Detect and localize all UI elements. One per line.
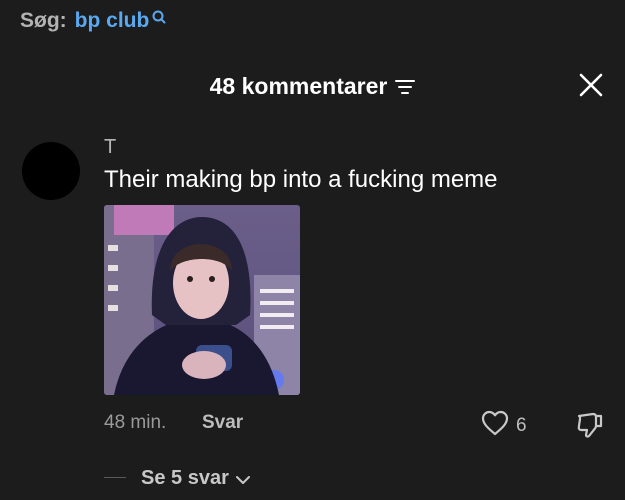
like-button[interactable]: 6 [481,410,527,441]
like-count: 6 [516,414,527,436]
heart-icon[interactable] [481,410,509,441]
comment-time: 48 min. [104,412,167,433]
comments-header: 48 kommentarer [0,70,625,102]
chevron-down-icon [235,468,250,491]
comment-text: Their making bp into a fucking meme [104,166,498,193]
search-bar[interactable]: Søg: bp club [20,9,167,33]
view-replies-button[interactable]: Se 5 svar [141,466,250,491]
close-icon[interactable] [579,73,603,97]
search-icon[interactable] [151,7,167,31]
filter-icon[interactable] [395,79,416,100]
search-query[interactable]: bp club [75,9,150,33]
comment-author[interactable]: T [104,136,116,159]
view-replies-label: Se 5 svar [141,467,229,489]
reply-button[interactable]: Svar [202,412,243,434]
search-label: Søg: [20,9,67,32]
comment-image[interactable] [104,205,300,395]
dislike-icon[interactable] [575,410,605,445]
avatar[interactable] [22,142,80,200]
replies-divider [104,477,126,478]
comments-count-title: 48 kommentarer [209,72,388,99]
